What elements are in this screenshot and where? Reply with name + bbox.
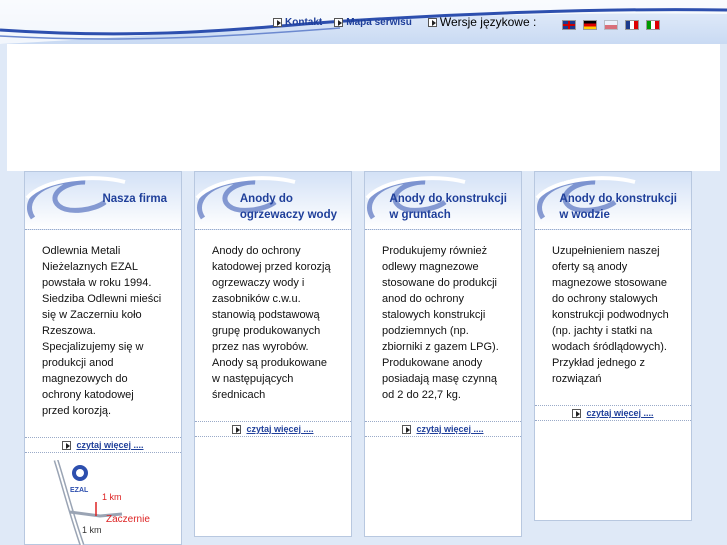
card-title[interactable]: Anody do konstrukcji w gruntach: [389, 191, 507, 223]
language-flags: [562, 20, 667, 30]
arrow-right-icon: [62, 440, 72, 450]
language-versions-label: Wersje językowe :: [427, 15, 536, 29]
arrow-right-icon: [402, 424, 412, 434]
arrow-right-icon: [232, 424, 242, 434]
flag-germany-icon[interactable]: [583, 20, 597, 30]
arrow-right-icon: [572, 408, 582, 418]
flag-poland-icon[interactable]: [604, 20, 618, 30]
header-bar: Kontakt Mapa serwisu Wersje językowe :: [0, 0, 727, 44]
flag-italy-icon[interactable]: [646, 20, 660, 30]
card-title[interactable]: Anody do ogrzewaczy wody: [240, 191, 337, 223]
flag-france-icon[interactable]: [625, 20, 639, 30]
map-distance-2: 1 km: [82, 525, 102, 535]
card-anody-grunt: Anody do konstrukcji w gruntach Produkuje…: [364, 171, 522, 537]
flag-uk-icon[interactable]: [562, 20, 576, 30]
top-links: Kontakt Mapa serwisu Wersje językowe :: [273, 15, 536, 29]
read-more-link[interactable]: czytaj więcej ....: [365, 421, 521, 437]
card-text: Produkujemy również odlewy magnezowe sto…: [382, 245, 499, 401]
card-anody-woda: Anody do konstrukcji w wodzie Uzupełnieni…: [534, 171, 692, 521]
card-title[interactable]: Nasza firma: [102, 191, 167, 207]
banner-area: [7, 44, 720, 171]
arrow-right-icon: [273, 17, 282, 27]
location-map[interactable]: EZAL 1 km Zaczernie 1 km: [30, 460, 160, 545]
read-more-link[interactable]: czytaj więcej ....: [535, 405, 691, 421]
card-header: Anody do ogrzewaczy wody: [195, 172, 351, 230]
card-title[interactable]: Anody do konstrukcji w wodzie: [559, 191, 677, 223]
card-text: Uzupełnieniem naszej oferty są anody mag…: [552, 245, 669, 385]
read-more-link[interactable]: czytaj więcej ....: [195, 421, 351, 437]
arrow-right-icon: [334, 17, 344, 27]
map-distance-1: 1 km: [102, 492, 122, 502]
card-anody-ogrzewacze: Anody do ogrzewaczy wody Anody do ochrony…: [194, 171, 352, 537]
card-text: Anody do ochrony katodowej przed korozją…: [212, 245, 331, 401]
map-logo-text: EZAL: [70, 487, 89, 494]
kontakt-link[interactable]: Kontakt: [273, 17, 322, 28]
card-header: Anody do konstrukcji w gruntach: [365, 172, 521, 230]
card-header: Anody do konstrukcji w wodzie: [535, 172, 691, 230]
card-header: Nasza firma: [25, 172, 181, 230]
arrow-right-icon: [427, 17, 437, 27]
map-place-label: Zaczernie: [106, 514, 150, 525]
sitemap-link[interactable]: Mapa serwisu: [334, 17, 412, 28]
read-more-link[interactable]: czytaj więcej ....: [25, 437, 181, 453]
card-text: Odlewnia Metali Nieżelaznych EZAL powsta…: [42, 245, 162, 417]
